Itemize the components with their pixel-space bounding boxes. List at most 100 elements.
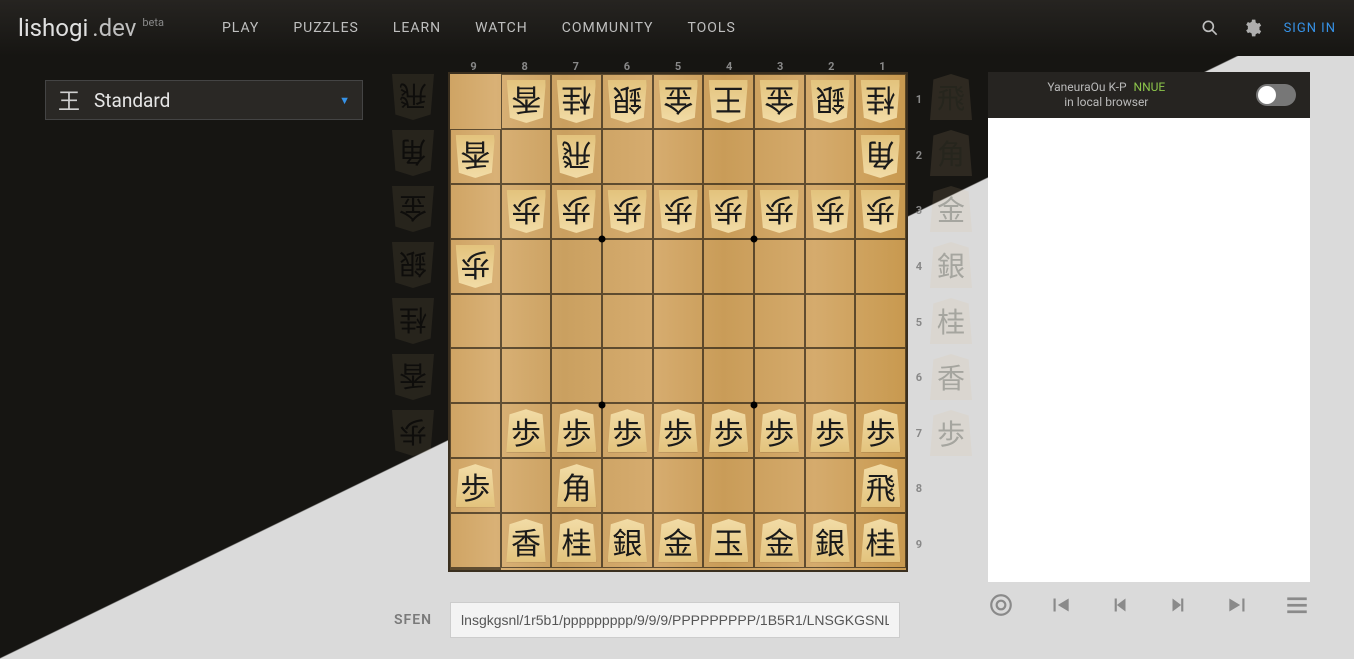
cell[interactable]: 歩 [855,184,906,239]
menu-icon[interactable] [1284,592,1310,618]
cell[interactable] [703,348,754,403]
piece[interactable]: 銀 [605,77,650,126]
piece[interactable]: 金 [656,77,701,126]
cell[interactable] [653,129,704,184]
cell[interactable]: 歩 [703,403,754,458]
cell[interactable]: 香 [501,74,552,129]
piece[interactable]: 銀 [808,77,853,126]
brand[interactable]: lishogi.dev beta [18,14,162,42]
piece[interactable]: 歩 [605,187,650,236]
cell[interactable]: 桂 [855,513,906,568]
cell[interactable] [653,239,704,294]
piece[interactable]: 歩 [504,406,549,455]
cell[interactable]: 歩 [805,184,856,239]
piece[interactable]: 王 [706,77,751,126]
cell[interactable] [501,239,552,294]
cell[interactable]: 角 [855,129,906,184]
cell[interactable]: 銀 [805,513,856,568]
hand-slot[interactable]: 桂 [928,296,974,346]
variant-select[interactable]: 王 Standard ▼ [45,80,363,120]
cell[interactable]: 金 [754,513,805,568]
cell[interactable] [602,348,653,403]
cell[interactable] [855,239,906,294]
piece[interactable]: 歩 [757,187,802,236]
sfen-input[interactable] [450,602,900,638]
cell[interactable]: 銀 [602,513,653,568]
cell[interactable]: 歩 [450,239,501,294]
hand-slot[interactable]: 銀 [928,240,974,290]
piece[interactable]: 歩 [453,461,498,510]
last-move-icon[interactable] [1225,592,1251,618]
piece[interactable]: 桂 [554,516,599,565]
piece[interactable]: 金 [757,77,802,126]
piece[interactable]: 玉 [706,516,751,565]
piece[interactable]: 歩 [504,187,549,236]
cell[interactable]: 香 [450,129,501,184]
cell[interactable] [805,458,856,513]
piece[interactable]: 歩 [656,406,701,455]
cell[interactable]: 角 [551,458,602,513]
piece[interactable]: 歩 [706,187,751,236]
cell[interactable] [754,239,805,294]
piece[interactable]: 歩 [656,187,701,236]
hand-slot[interactable]: 香 [928,352,974,402]
cell[interactable] [450,184,501,239]
piece[interactable]: 香 [504,516,549,565]
prev-move-icon[interactable] [1106,592,1132,618]
hand-slot[interactable]: 角 [390,128,436,178]
cell[interactable] [450,348,501,403]
cell[interactable]: 歩 [653,403,704,458]
cell[interactable]: 香 [501,513,552,568]
cell[interactable] [754,348,805,403]
cell[interactable]: 歩 [754,403,805,458]
cell[interactable] [855,348,906,403]
hand-slot[interactable]: 歩 [390,408,436,458]
hand-slot[interactable]: 歩 [928,408,974,458]
cell[interactable] [703,129,754,184]
nav-learn[interactable]: LEARN [393,20,441,36]
hand-slot[interactable]: 角 [928,128,974,178]
cell[interactable]: 桂 [551,513,602,568]
cell[interactable]: 桂 [855,74,906,129]
cell[interactable]: 歩 [653,184,704,239]
cell[interactable] [450,513,501,568]
cell[interactable]: 桂 [551,74,602,129]
piece[interactable]: 歩 [808,406,853,455]
cell[interactable] [501,294,552,349]
cell[interactable]: 香 [450,568,501,570]
cell[interactable]: 銀 [602,74,653,129]
cell[interactable] [602,129,653,184]
piece[interactable]: 金 [656,516,701,565]
cell[interactable]: 銀 [805,74,856,129]
cell[interactable]: 金 [754,74,805,129]
cell[interactable] [653,458,704,513]
cell[interactable]: 歩 [602,403,653,458]
piece[interactable]: 歩 [554,406,599,455]
nav-puzzles[interactable]: PUZZLES [293,20,359,36]
cell[interactable]: 飛 [551,129,602,184]
piece[interactable]: 桂 [858,516,903,565]
cell[interactable] [501,458,552,513]
cell[interactable] [551,294,602,349]
cell[interactable] [602,294,653,349]
piece[interactable]: 歩 [858,406,903,455]
cell[interactable]: 飛 [855,458,906,513]
cell[interactable]: 金 [653,513,704,568]
nav-watch[interactable]: WATCH [475,20,528,36]
cell[interactable] [602,239,653,294]
cell[interactable] [754,294,805,349]
piece[interactable]: 歩 [757,406,802,455]
hand-slot[interactable]: 香 [390,352,436,402]
piece[interactable]: 角 [858,132,903,181]
cell[interactable]: 歩 [501,184,552,239]
cell[interactable]: 歩 [602,184,653,239]
cell[interactable] [501,348,552,403]
piece[interactable]: 歩 [706,406,751,455]
first-move-icon[interactable] [1047,592,1073,618]
cell[interactable]: 歩 [703,184,754,239]
cell[interactable] [805,294,856,349]
piece[interactable]: 飛 [858,461,903,510]
piece[interactable]: 銀 [808,516,853,565]
hand-slot[interactable]: 金 [390,184,436,234]
analysis-body[interactable] [988,118,1310,582]
